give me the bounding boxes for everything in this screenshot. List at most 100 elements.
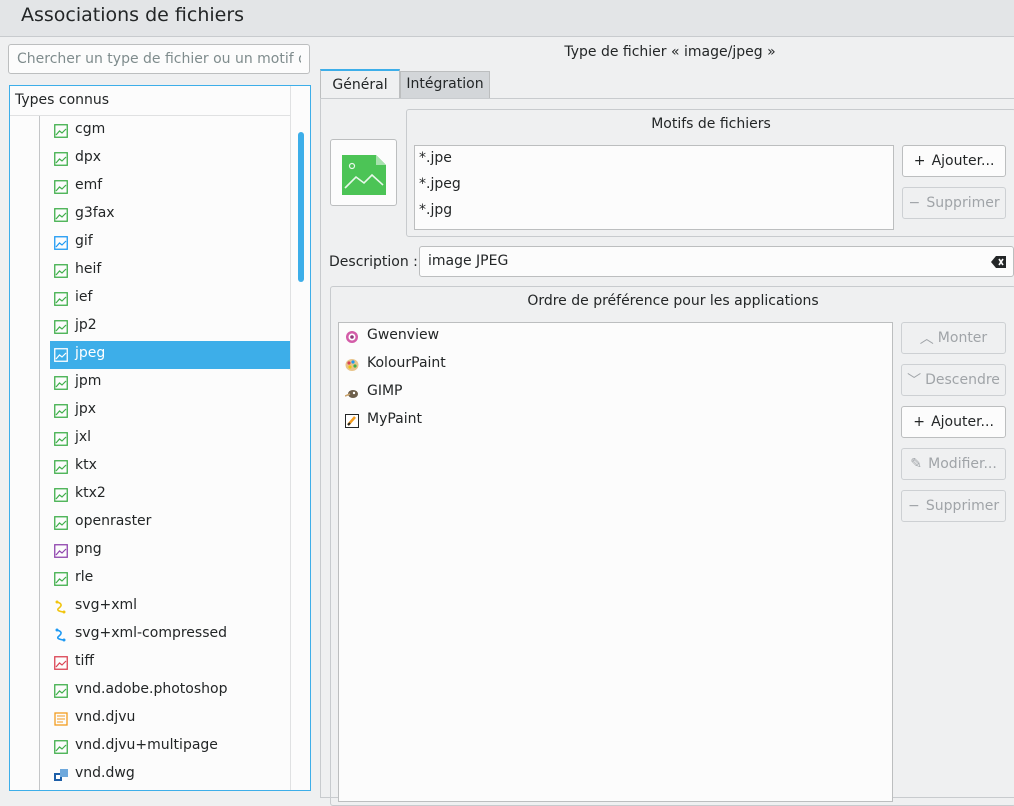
gimp-icon — [345, 390, 358, 398]
tree-item-rle[interactable]: rle — [50, 565, 290, 593]
tree-item-g3fax[interactable]: g3fax — [50, 201, 290, 229]
image-icon — [54, 264, 68, 278]
application-item-gimp[interactable]: GIMP — [343, 379, 883, 407]
vector-icon — [54, 600, 68, 614]
tree-item-dpx[interactable]: dpx — [50, 145, 290, 173]
tree-item-label: jp2 — [75, 317, 97, 333]
add-application-label: Ajouter... — [931, 414, 994, 430]
tree-item-label: openraster — [75, 513, 152, 529]
tree-header[interactable]: Types connus — [10, 86, 290, 116]
document-icon — [54, 712, 68, 726]
image-icon — [54, 180, 68, 194]
applications-list[interactable]: Gwenview KolourPaint GIMP MyPaint — [338, 322, 893, 802]
image-icon — [54, 740, 68, 754]
remove-pattern-button[interactable]: − Supprimer — [902, 187, 1006, 219]
tree-item-emf[interactable]: emf — [50, 173, 290, 201]
patterns-list[interactable]: *.jpe *.jpeg *.jpg — [414, 145, 894, 230]
edit-application-label: Modifier... — [928, 456, 997, 472]
remove-application-label: Supprimer — [925, 498, 1000, 514]
clear-text-icon[interactable] — [991, 255, 1007, 269]
tree-item-label: jpeg — [75, 345, 106, 361]
cad-icon — [54, 768, 68, 782]
tree-item-vnd-djvu[interactable]: vnd.djvu — [50, 705, 290, 733]
add-pattern-label: Ajouter... — [931, 153, 995, 169]
application-label: MyPaint — [367, 411, 423, 427]
application-item-mypaint[interactable]: MyPaint — [343, 407, 883, 435]
image-icon — [54, 684, 68, 698]
search-box[interactable] — [8, 44, 310, 74]
tree-item-label: vnd.adobe.photoshop — [75, 681, 228, 697]
image-icon — [54, 152, 68, 166]
tree-item-svg-xml[interactable]: svg+xml — [50, 593, 290, 621]
application-label: GIMP — [367, 383, 403, 399]
move-up-button[interactable]: ︿ Monter — [901, 322, 1006, 354]
tree-item-svg-xml-compressed[interactable]: svg+xml-compressed — [50, 621, 290, 649]
tree-item-tiff[interactable]: tiff — [50, 649, 290, 677]
tree-item-gif[interactable]: gif — [50, 229, 290, 257]
tree-item-jpx[interactable]: jpx — [50, 397, 290, 425]
tree-item-jp2[interactable]: jp2 — [50, 313, 290, 341]
pattern-item[interactable]: *.jpg — [419, 202, 452, 218]
tree-item-jpeg[interactable]: jpeg — [50, 341, 290, 369]
tree-item-openraster[interactable]: openraster — [50, 509, 290, 537]
remove-pattern-label: Supprimer — [926, 195, 1000, 211]
tree-item-label: g3fax — [75, 205, 115, 221]
pattern-item[interactable]: *.jpeg — [419, 176, 461, 192]
tree-item-vnd-djvu-multipage[interactable]: vnd.djvu+multipage — [50, 733, 290, 761]
image-icon — [54, 488, 68, 502]
edit-application-button[interactable]: ✎ Modifier... — [901, 448, 1006, 480]
gwenview-icon — [346, 331, 358, 343]
search-input[interactable] — [9, 45, 309, 73]
tree-item-vnd-adobe-photoshop[interactable]: vnd.adobe.photoshop — [50, 677, 290, 705]
remove-application-button[interactable]: − Supprimer — [901, 490, 1006, 522]
description-input[interactable] — [426, 252, 990, 270]
tree-item-jxl[interactable]: jxl — [50, 425, 290, 453]
tree-item-ktx2[interactable]: ktx2 — [50, 481, 290, 509]
minus-icon: − — [908, 195, 921, 211]
tree-item-ief[interactable]: ief — [50, 285, 290, 313]
tree-item-label: emf — [75, 177, 103, 193]
tree-item-label: png — [75, 541, 102, 557]
tree-column-divider — [290, 86, 291, 790]
tree-item-cgm[interactable]: cgm — [50, 117, 290, 145]
tab-general[interactable]: Général — [320, 69, 400, 99]
tree-item-label: ktx — [75, 457, 97, 473]
image-icon — [54, 236, 68, 250]
file-type-icon-button[interactable] — [330, 139, 397, 206]
tree-item-label: jpx — [75, 401, 97, 417]
file-type-tree[interactable]: Types connus cgm dpx emf g3fax gif heif ief jp2… — [9, 85, 311, 791]
title-bar: Associations de fichiers — [0, 0, 1014, 37]
minus-icon: − — [908, 498, 920, 514]
add-application-button[interactable]: + Ajouter... — [901, 406, 1006, 438]
image-icon — [54, 656, 68, 670]
tree-item-label: jpm — [75, 373, 102, 389]
plus-icon: + — [913, 153, 926, 169]
tree-scrollbar[interactable] — [298, 132, 304, 282]
patterns-group-title: Motifs de fichiers — [651, 116, 771, 132]
image-icon — [54, 572, 68, 586]
move-down-button[interactable]: ﹀ Descendre — [901, 364, 1006, 396]
tree-item-label: ief — [75, 289, 93, 305]
tree-item-ktx[interactable]: ktx — [50, 453, 290, 481]
tree-item-label: rle — [75, 569, 94, 585]
tree-item-label: heif — [75, 261, 102, 277]
add-pattern-button[interactable]: + Ajouter... — [902, 145, 1006, 177]
tree-item-jpm[interactable]: jpm — [50, 369, 290, 397]
pattern-item[interactable]: *.jpe — [419, 150, 452, 166]
tree-item-vnd-dwg[interactable]: vnd.dwg — [50, 761, 290, 789]
image-icon — [54, 460, 68, 474]
application-item-gwenview[interactable]: Gwenview — [343, 323, 883, 351]
image-icon — [54, 544, 68, 558]
description-label: Description : — [329, 254, 418, 270]
application-item-kolourpaint[interactable]: KolourPaint — [343, 351, 883, 379]
application-label: Gwenview — [367, 327, 440, 343]
tree-item-png[interactable]: png — [50, 537, 290, 565]
tree-item-label: vnd.dwg — [75, 765, 135, 781]
tree-item-label: cgm — [75, 121, 106, 137]
tree-item-label: jxl — [75, 429, 92, 445]
chevron-down-icon: ﹀ — [907, 373, 922, 389]
description-field[interactable] — [419, 246, 1014, 277]
tree-item-heif[interactable]: heif — [50, 257, 290, 285]
image-icon — [54, 208, 68, 222]
tab-integration[interactable]: Intégration — [400, 71, 490, 99]
